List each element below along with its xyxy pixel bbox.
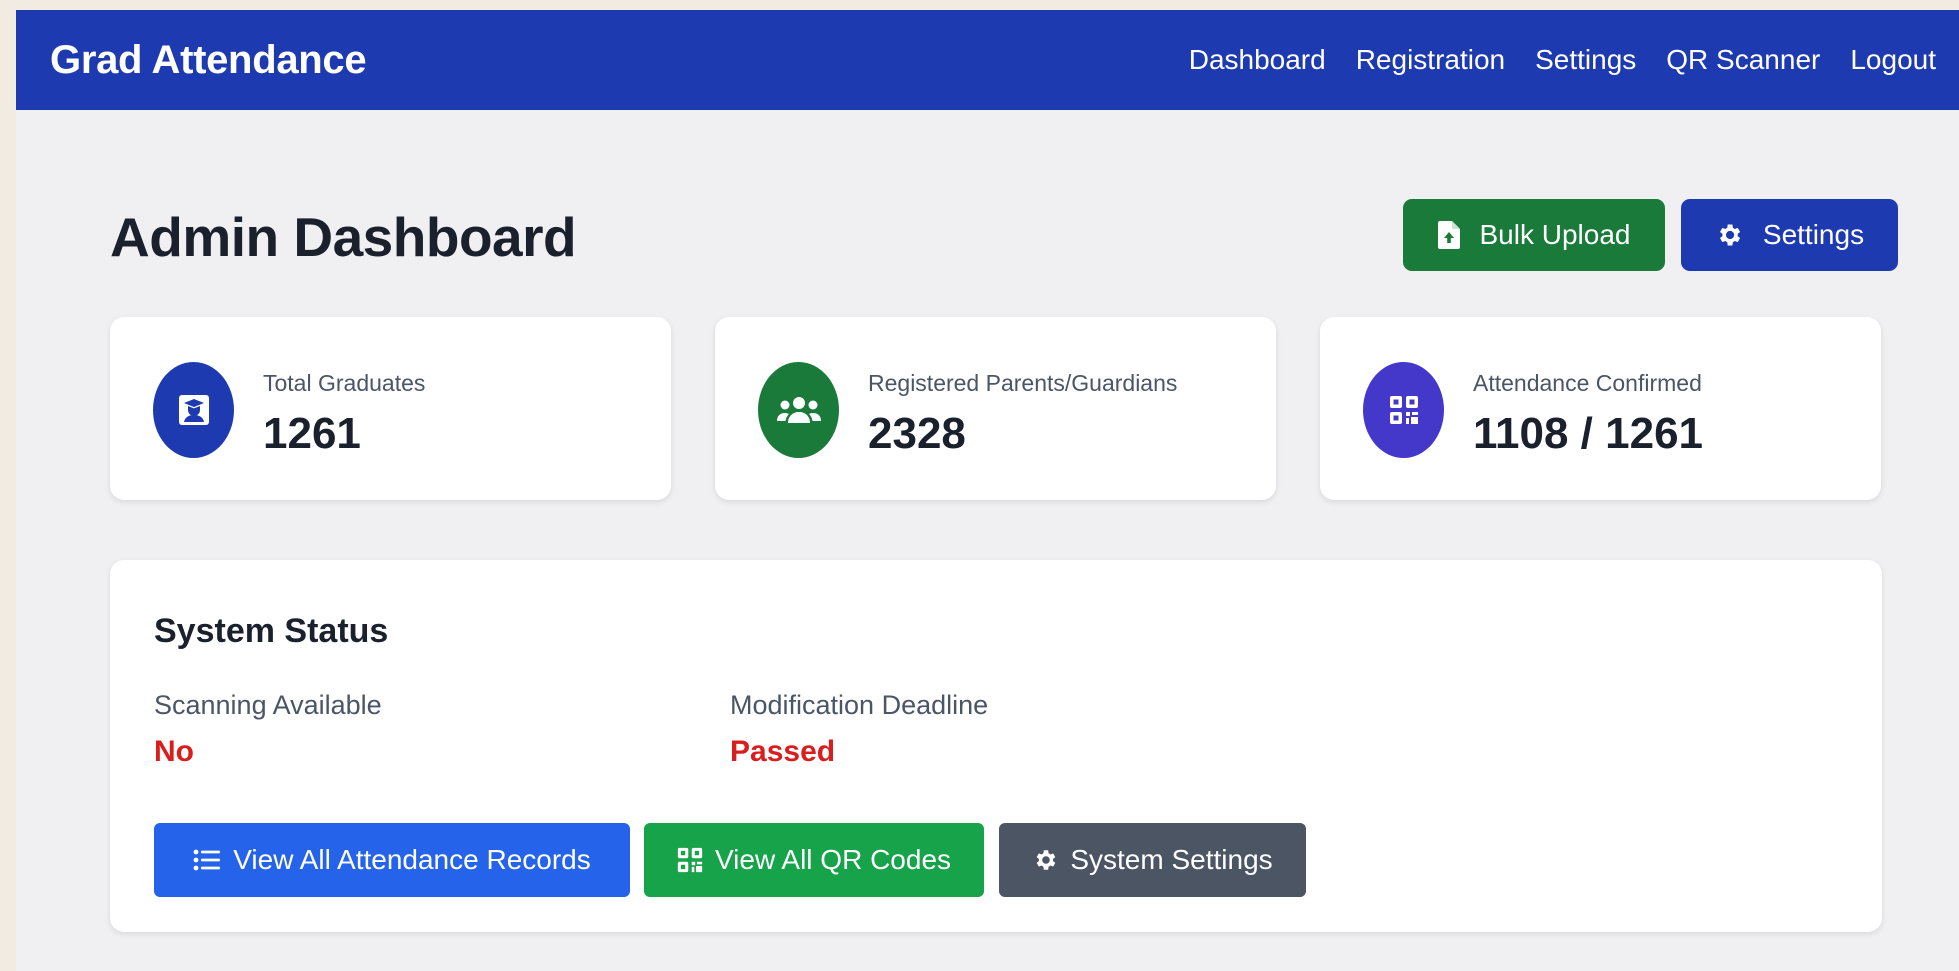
top-navbar: Grad Attendance Dashboard Registration S… <box>16 10 1959 110</box>
stat-card-attendance-confirmed: Attendance Confirmed 1108 / 1261 <box>1320 317 1881 500</box>
nav-link-logout[interactable]: Logout <box>1835 44 1951 76</box>
gear-icon <box>1032 847 1058 873</box>
gear-icon <box>1715 221 1743 249</box>
view-qr-codes-label: View All QR Codes <box>714 844 952 875</box>
nav-link-qr-scanner[interactable]: QR Scanner <box>1651 44 1835 76</box>
stat-value: 2328 <box>868 409 966 458</box>
scanning-available-label: Scanning Available <box>154 690 382 720</box>
settings-label: Settings <box>1762 219 1865 250</box>
stat-label: Registered Parents/Guardians <box>868 370 1178 396</box>
file-upload-icon <box>1437 221 1460 249</box>
users-icon <box>758 362 839 458</box>
view-qr-codes-button[interactable]: View All QR Codes <box>644 823 984 897</box>
nav-link-registration[interactable]: Registration <box>1341 44 1520 76</box>
stat-value: 1261 <box>263 409 361 458</box>
qrcode-icon <box>677 847 703 873</box>
brand-logo[interactable]: Grad Attendance <box>50 38 367 83</box>
stat-label: Attendance Confirmed <box>1473 370 1702 396</box>
system-settings-button[interactable]: System Settings <box>999 823 1306 897</box>
stat-label: Total Graduates <box>263 370 426 396</box>
bulk-upload-label: Bulk Upload <box>1479 219 1631 250</box>
system-status-card: System Status Scanning Available No Modi… <box>110 560 1882 932</box>
modification-deadline-value: Passed <box>730 735 836 768</box>
stat-card-registered-parents: Registered Parents/Guardians 2328 <box>715 317 1276 500</box>
view-attendance-records-label: View All Attendance Records <box>233 844 591 875</box>
scanning-available-value: No <box>154 735 194 768</box>
nav-links: Dashboard Registration Settings QR Scann… <box>1174 44 1951 76</box>
page-title: Admin Dashboard <box>110 206 577 268</box>
view-attendance-records-button[interactable]: View All Attendance Records <box>154 823 630 897</box>
settings-button[interactable]: Settings <box>1681 199 1898 271</box>
graduate-icon <box>153 362 234 458</box>
app-window: Grad Attendance Dashboard Registration S… <box>16 10 1959 971</box>
bulk-upload-button[interactable]: Bulk Upload <box>1403 199 1665 271</box>
nav-link-dashboard[interactable]: Dashboard <box>1174 44 1341 76</box>
list-icon <box>193 848 221 872</box>
stat-card-total-graduates: Total Graduates 1261 <box>110 317 671 500</box>
nav-link-settings[interactable]: Settings <box>1520 44 1651 76</box>
stat-value: 1108 / 1261 <box>1473 409 1704 458</box>
qrcode-icon <box>1363 362 1444 458</box>
system-settings-label: System Settings <box>1070 844 1273 875</box>
system-status-title: System Status <box>154 612 389 650</box>
modification-deadline-label: Modification Deadline <box>730 690 989 720</box>
